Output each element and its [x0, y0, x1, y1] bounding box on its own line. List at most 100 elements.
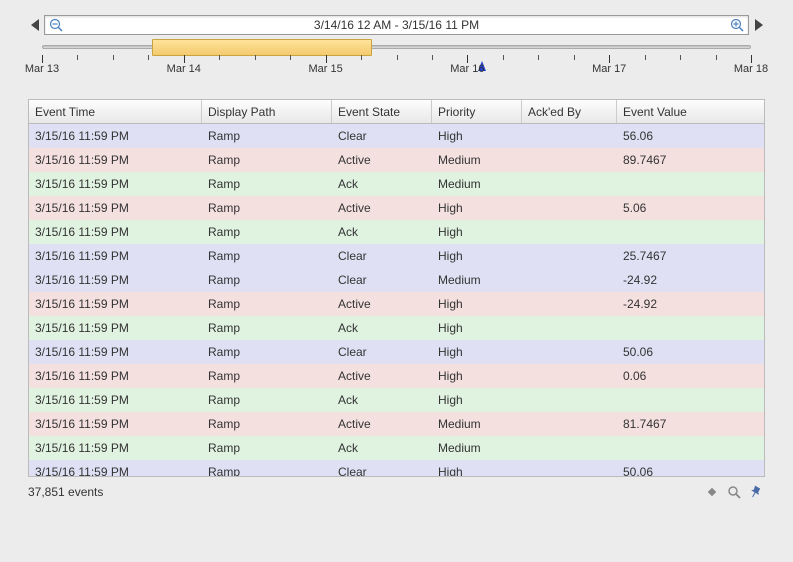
- prev-range-button[interactable]: [28, 15, 42, 35]
- table-row[interactable]: 3/15/16 11:59 PMRampActiveHigh0.06: [29, 364, 764, 388]
- table-row[interactable]: 3/15/16 11:59 PMRampClearHigh56.06: [29, 124, 764, 148]
- cell-time: 3/15/16 11:59 PM: [29, 321, 202, 335]
- cell-path: Ramp: [202, 465, 332, 476]
- table-row[interactable]: 3/15/16 11:59 PMRampAckHigh: [29, 388, 764, 412]
- col-header-ackedby[interactable]: Ack'ed By: [522, 100, 617, 123]
- cell-path: Ramp: [202, 177, 332, 191]
- table-row[interactable]: 3/15/16 11:59 PMRampAckHigh: [29, 316, 764, 340]
- cell-path: Ramp: [202, 417, 332, 431]
- cell-value: 81.7467: [617, 417, 729, 431]
- cell-time: 3/15/16 11:59 PM: [29, 273, 202, 287]
- cell-state: Ack: [332, 321, 432, 335]
- timeline-tick-label: Mar 17: [592, 63, 626, 75]
- col-header-time[interactable]: Event Time: [29, 100, 202, 123]
- table-row[interactable]: 3/15/16 11:59 PMRampActiveHigh5.06: [29, 196, 764, 220]
- cell-priority: Medium: [432, 417, 522, 431]
- col-header-path[interactable]: Display Path: [202, 100, 332, 123]
- cell-path: Ramp: [202, 249, 332, 263]
- table-header: Event Time Display Path Event State Prio…: [29, 100, 764, 124]
- timeline-selection[interactable]: [152, 39, 372, 56]
- cell-time: 3/15/16 11:59 PM: [29, 153, 202, 167]
- cell-path: Ramp: [202, 369, 332, 383]
- cell-priority: High: [432, 249, 522, 263]
- cell-path: Ramp: [202, 225, 332, 239]
- col-header-priority[interactable]: Priority: [432, 100, 522, 123]
- cell-priority: Medium: [432, 441, 522, 455]
- diamond-icon[interactable]: [703, 483, 721, 501]
- cell-time: 3/15/16 11:59 PM: [29, 177, 202, 191]
- pin-icon[interactable]: [747, 483, 765, 501]
- cell-state: Active: [332, 369, 432, 383]
- table-row[interactable]: 3/15/16 11:59 PMRampActiveHigh -24.92: [29, 292, 764, 316]
- cell-state: Active: [332, 297, 432, 311]
- cell-value: 0.06: [617, 369, 729, 383]
- timeline[interactable]: Mar 13Mar 14Mar 15Mar 16Mar 17Mar 18: [42, 39, 751, 81]
- cell-value: 25.7467: [617, 249, 729, 263]
- zoom-out-icon[interactable]: [45, 18, 67, 32]
- cell-priority: High: [432, 225, 522, 239]
- table-row[interactable]: 3/15/16 11:59 PMRampAckMedium: [29, 436, 764, 460]
- cell-state: Active: [332, 417, 432, 431]
- cell-state: Clear: [332, 129, 432, 143]
- cell-time: 3/15/16 11:59 PM: [29, 417, 202, 431]
- search-icon[interactable]: [725, 483, 743, 501]
- cell-priority: High: [432, 321, 522, 335]
- cell-priority: High: [432, 297, 522, 311]
- cell-priority: High: [432, 393, 522, 407]
- cell-value: -24.92: [617, 297, 729, 311]
- next-range-button[interactable]: [751, 15, 765, 35]
- table-row[interactable]: 3/15/16 11:59 PMRampClearHigh50.06: [29, 340, 764, 364]
- cell-time: 3/15/16 11:59 PM: [29, 249, 202, 263]
- cell-path: Ramp: [202, 273, 332, 287]
- cell-time: 3/15/16 11:59 PM: [29, 297, 202, 311]
- table-row[interactable]: 3/15/16 11:59 PMRampClearHigh 25.7467: [29, 244, 764, 268]
- cell-state: Ack: [332, 393, 432, 407]
- cell-state: Ack: [332, 225, 432, 239]
- cell-value: 50.06: [617, 465, 729, 476]
- table-row[interactable]: 3/15/16 11:59 PMRampActiveMedium 81.7467: [29, 412, 764, 436]
- table-row[interactable]: 3/15/16 11:59 PMRampActiveMedium89.7467: [29, 148, 764, 172]
- zoom-in-icon[interactable]: [726, 18, 748, 32]
- timeline-tick-label: Mar 15: [308, 63, 342, 75]
- cell-time: 3/15/16 11:59 PM: [29, 465, 202, 476]
- cell-state: Clear: [332, 249, 432, 263]
- cell-state: Clear: [332, 465, 432, 476]
- cell-value: -24.92: [617, 273, 729, 287]
- cell-state: Ack: [332, 441, 432, 455]
- cell-path: Ramp: [202, 129, 332, 143]
- cell-value: 50.06: [617, 345, 729, 359]
- cell-state: Clear: [332, 345, 432, 359]
- cell-time: 3/15/16 11:59 PM: [29, 393, 202, 407]
- cell-value: 56.06: [617, 129, 729, 143]
- table-row[interactable]: 3/15/16 11:59 PMRampClearHigh 50.06: [29, 460, 764, 476]
- timeline-tick-label: Mar 16: [450, 63, 484, 75]
- table-row[interactable]: 3/15/16 11:59 PMRampAckMedium: [29, 172, 764, 196]
- cell-time: 3/15/16 11:59 PM: [29, 129, 202, 143]
- timeline-tick-label: Mar 13: [25, 63, 59, 75]
- table-row[interactable]: 3/15/16 11:59 PMRampAckHigh: [29, 220, 764, 244]
- cell-time: 3/15/16 11:59 PM: [29, 345, 202, 359]
- event-table: Event Time Display Path Event State Prio…: [28, 99, 765, 477]
- cell-state: Clear: [332, 273, 432, 287]
- col-header-scrollspacer: [729, 100, 745, 123]
- col-header-value[interactable]: Event Value: [617, 100, 729, 123]
- cell-state: Active: [332, 153, 432, 167]
- cell-path: Ramp: [202, 297, 332, 311]
- cell-time: 3/15/16 11:59 PM: [29, 201, 202, 215]
- cell-time: 3/15/16 11:59 PM: [29, 441, 202, 455]
- cell-time: 3/15/16 11:59 PM: [29, 225, 202, 239]
- cell-priority: High: [432, 465, 522, 476]
- cell-path: Ramp: [202, 345, 332, 359]
- table-body[interactable]: 3/15/16 11:59 PMRampClearHigh56.063/15/1…: [29, 124, 764, 476]
- col-header-state[interactable]: Event State: [332, 100, 432, 123]
- daterange-bar: 3/14/16 12 AM - 3/15/16 11 PM: [28, 15, 765, 35]
- table-row[interactable]: 3/15/16 11:59 PMRampClearMedium -24.92: [29, 268, 764, 292]
- cell-state: Active: [332, 201, 432, 215]
- daterange-box[interactable]: 3/14/16 12 AM - 3/15/16 11 PM: [44, 15, 749, 35]
- cell-path: Ramp: [202, 153, 332, 167]
- cell-path: Ramp: [202, 393, 332, 407]
- timeline-tick-label: Mar 18: [734, 63, 768, 75]
- timeline-track[interactable]: [42, 45, 751, 49]
- cell-priority: Medium: [432, 273, 522, 287]
- cell-priority: High: [432, 369, 522, 383]
